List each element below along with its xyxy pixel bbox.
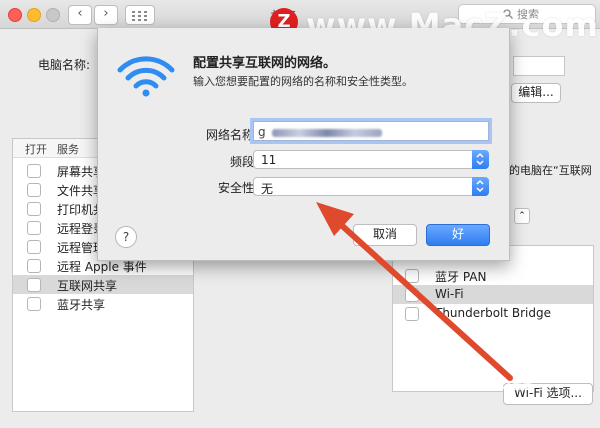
service-checkbox[interactable] xyxy=(27,259,41,273)
ok-button[interactable]: 好 xyxy=(426,224,490,246)
band-value: 11 xyxy=(261,153,277,167)
security-label: 安全性: xyxy=(217,181,258,195)
service-checkbox[interactable] xyxy=(27,221,41,235)
configure-network-sheet: 配置共享互联网的网络。 输入您想要配置的网络的名称和安全性类型。 网络名称: g… xyxy=(97,28,510,261)
network-name-value: g xyxy=(258,125,266,139)
back-button[interactable]: ‹ xyxy=(68,5,92,25)
zoom-window-button[interactable] xyxy=(46,8,60,22)
share-description: 的电脑在“互联网 xyxy=(509,164,592,177)
chevron-updown-icon: ⌃ xyxy=(518,211,526,221)
port-checkbox[interactable] xyxy=(405,269,419,283)
port-label: Wi-Fi xyxy=(435,287,464,301)
sheet-subtitle: 输入您想要配置的网络的名称和安全性类型。 xyxy=(193,75,413,88)
close-window-button[interactable] xyxy=(8,8,22,22)
port-row-wifi[interactable]: Wi-Fi xyxy=(393,285,593,304)
computer-name-label: 电脑名称: xyxy=(38,58,91,72)
network-name-input[interactable]: g xyxy=(253,121,489,141)
service-row-internet-sharing[interactable]: 互联网共享 xyxy=(13,275,193,294)
minimize-window-button[interactable] xyxy=(27,8,41,22)
sheet-title: 配置共享互联网的网络。 xyxy=(193,56,337,71)
corner-watermark: 路由器 xyxy=(472,369,532,393)
security-select[interactable]: 无 xyxy=(253,177,489,196)
band-select[interactable]: 11 xyxy=(253,150,489,169)
share-from-popup[interactable]: ⌃ xyxy=(514,208,530,224)
edit-button[interactable]: 编辑... xyxy=(511,83,561,103)
column-header-on: 打开 xyxy=(25,143,47,156)
service-row[interactable]: 蓝牙共享 xyxy=(13,294,193,313)
port-row[interactable]: 蓝牙 PAN xyxy=(393,266,593,285)
service-checkbox[interactable] xyxy=(27,240,41,254)
chevron-updown-icon xyxy=(472,177,489,196)
service-checkbox[interactable] xyxy=(27,183,41,197)
service-checkbox[interactable] xyxy=(27,297,41,311)
show-all-button[interactable] xyxy=(125,5,155,25)
port-row[interactable]: Thunderbolt Bridge xyxy=(393,304,593,323)
computer-name-field[interactable] xyxy=(513,56,565,76)
help-button[interactable]: ? xyxy=(115,226,137,248)
port-checkbox[interactable] xyxy=(405,288,419,302)
wifi-icon xyxy=(117,56,175,97)
service-checkbox[interactable] xyxy=(27,202,41,216)
port-label: 蓝牙 PAN xyxy=(435,270,487,284)
service-checkbox[interactable] xyxy=(27,164,41,178)
cancel-button[interactable]: 取消 xyxy=(353,224,417,246)
port-checkbox[interactable] xyxy=(405,307,419,321)
column-header-service: 服务 xyxy=(57,143,79,156)
forward-button[interactable]: › xyxy=(94,5,118,25)
service-label: 互联网共享 xyxy=(57,279,118,293)
service-checkbox[interactable] xyxy=(27,278,41,292)
service-label: 蓝牙共享 xyxy=(57,298,106,312)
band-label: 频段: xyxy=(229,155,258,169)
network-name-label: 网络名称: xyxy=(205,128,258,142)
chevron-updown-icon xyxy=(472,150,489,169)
port-label: Thunderbolt Bridge xyxy=(435,306,552,320)
redacted-text xyxy=(271,128,382,137)
security-value: 无 xyxy=(261,182,274,196)
